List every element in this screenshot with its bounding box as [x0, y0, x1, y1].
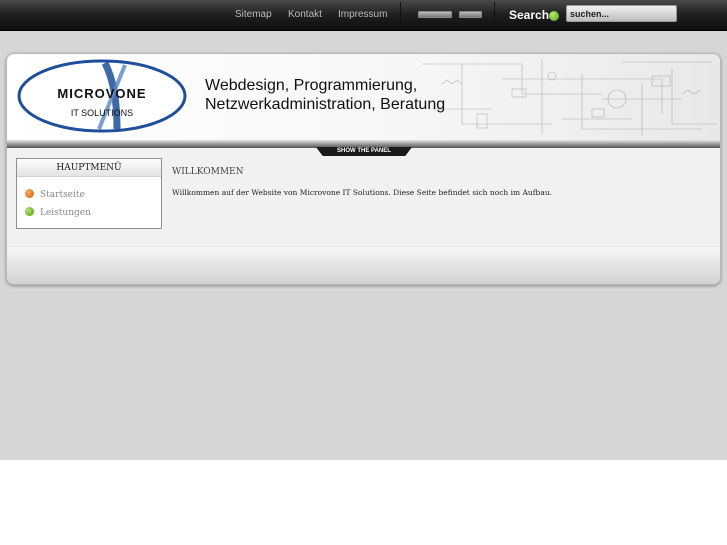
menu-title: HAUPTMENÜ — [17, 159, 161, 177]
header-rule — [7, 140, 720, 148]
main-menu: HAUPTMENÜ Startseite Leistungen — [16, 158, 162, 229]
search-go-icon[interactable] — [549, 11, 559, 21]
menu-item-startseite[interactable]: Startseite — [25, 189, 85, 200]
main-panel: MICROVONE IT SOLUTIONS Webdesign, Progra… — [6, 53, 721, 285]
impressum-link[interactable]: Impressum — [338, 9, 387, 20]
show-panel-button[interactable]: SHOW THE PANEL — [316, 147, 412, 156]
tagline-line-2: Netzwerkadministration, Beratung — [205, 96, 446, 113]
layout-width-icon[interactable] — [459, 11, 482, 18]
tagline: Webdesign, Programmierung, Netzwerkadmin… — [205, 76, 445, 114]
font-size-icon[interactable] — [418, 11, 452, 18]
site-header: MICROVONE IT SOLUTIONS Webdesign, Progra… — [7, 54, 720, 140]
menu-item-label: Startseite — [40, 190, 85, 200]
tagline-line-1: Webdesign, Programmierung, — [205, 77, 418, 94]
microvone-logo: MICROVONE IT SOLUTIONS — [17, 59, 187, 133]
circuit-background — [422, 59, 717, 136]
top-bar: Sitemap Kontakt Impressum Search — [0, 0, 727, 31]
page-title: WILLKOMMEN — [172, 167, 244, 177]
kontakt-link[interactable]: Kontakt — [288, 9, 322, 20]
bullet-orange-icon — [25, 189, 34, 198]
search-label: Search — [509, 8, 550, 22]
menu-item-leistungen[interactable]: Leistungen — [25, 207, 91, 218]
sitemap-link[interactable]: Sitemap — [235, 9, 272, 20]
bullet-green-icon — [25, 207, 34, 216]
panel-footer — [7, 246, 720, 284]
logo-name-text: MICROVONE — [57, 86, 146, 101]
welcome-text: Willkommen auf der Website von Microvone… — [172, 188, 553, 197]
search-input[interactable] — [566, 5, 677, 22]
menu-item-label: Leistungen — [40, 208, 91, 218]
divider — [400, 2, 401, 29]
logo-sub-text: IT SOLUTIONS — [71, 108, 133, 118]
divider — [494, 2, 495, 29]
